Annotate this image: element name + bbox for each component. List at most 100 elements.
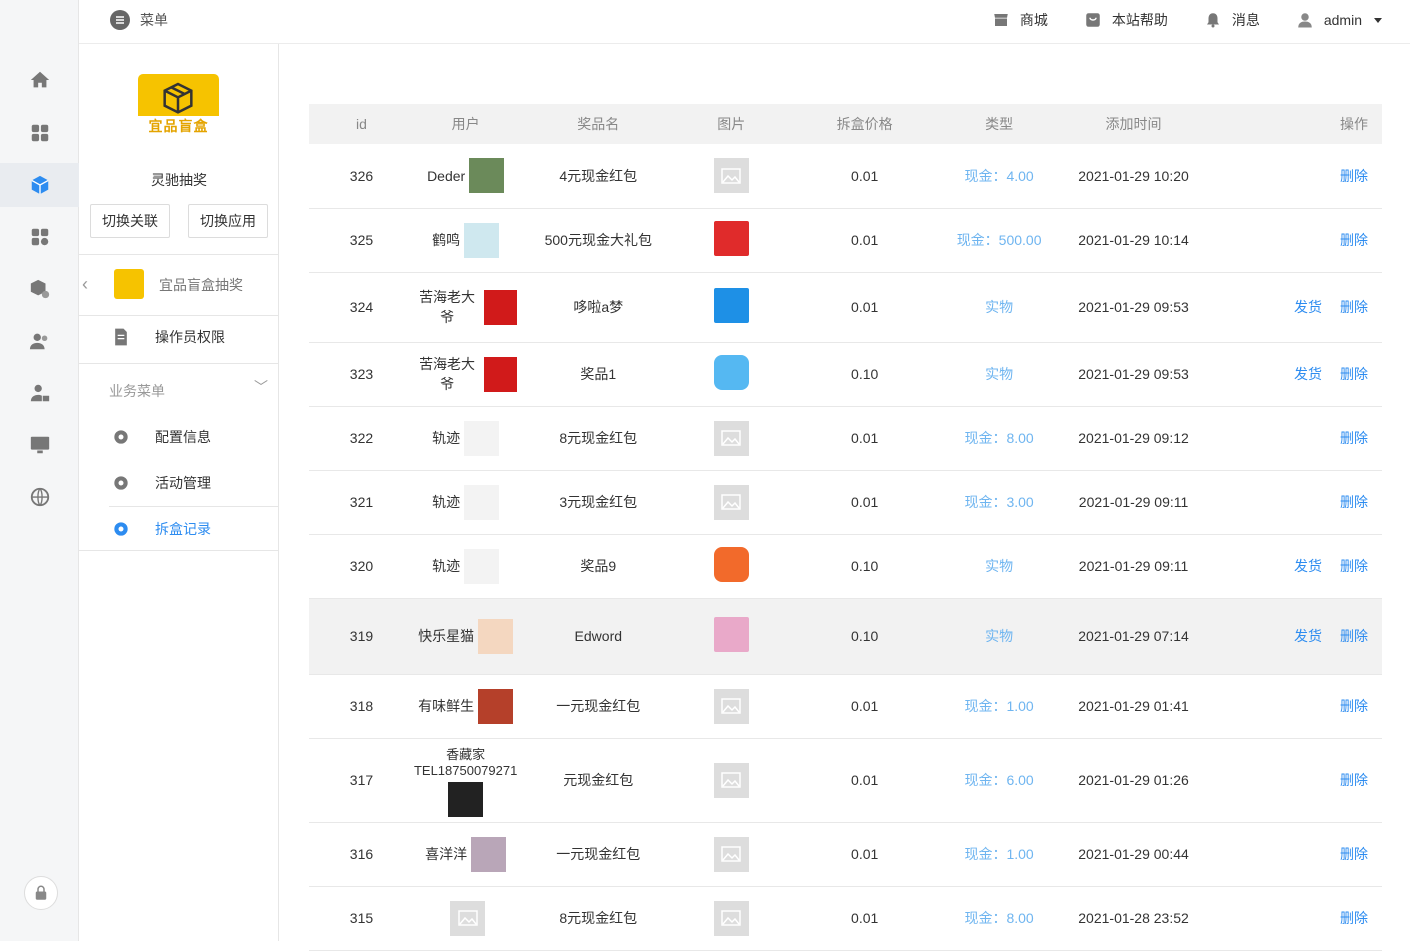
ship-button[interactable]: 发货 bbox=[1294, 299, 1322, 315]
globe-icon bbox=[30, 487, 49, 507]
store-link[interactable]: 商城 bbox=[992, 10, 1048, 30]
header-image: 图片 bbox=[679, 104, 784, 144]
rail-grid[interactable] bbox=[0, 111, 79, 155]
cell-type: 现金：1.00 bbox=[946, 674, 1053, 739]
lock-button[interactable] bbox=[24, 876, 58, 910]
ship-button[interactable]: 发货 bbox=[1294, 628, 1322, 644]
delete-button[interactable]: 删除 bbox=[1340, 430, 1368, 446]
cell-id: 316 bbox=[309, 822, 414, 887]
placeholder-image bbox=[713, 688, 749, 724]
delete-button[interactable]: 删除 bbox=[1340, 628, 1368, 644]
cell-type: 现金：1.00 bbox=[946, 822, 1053, 887]
user-name: 快乐星猫 bbox=[418, 628, 475, 644]
cell-type: 实物 bbox=[946, 272, 1053, 343]
delete-button[interactable]: 删除 bbox=[1340, 299, 1368, 315]
admin-menu[interactable]: admin bbox=[1296, 11, 1382, 29]
help-link[interactable]: 本站帮助 bbox=[1084, 10, 1168, 30]
delete-button[interactable]: 删除 bbox=[1340, 772, 1368, 788]
delete-button[interactable]: 删除 bbox=[1340, 494, 1368, 510]
delete-button[interactable]: 删除 bbox=[1340, 366, 1368, 382]
chevron-down-icon[interactable]: ﹀ bbox=[254, 377, 268, 397]
rail-box-gear[interactable] bbox=[0, 267, 79, 311]
cell-user: 有味鲜生 bbox=[413, 674, 518, 739]
box-gear-icon bbox=[30, 279, 49, 299]
bell-icon bbox=[1206, 13, 1219, 28]
blue-app-image bbox=[713, 355, 749, 390]
ship-button[interactable]: 发货 bbox=[1294, 366, 1322, 382]
photo-avatar bbox=[469, 158, 505, 194]
switch-link-button[interactable]: 切换关联 bbox=[90, 204, 170, 238]
table-row: 322 轨迹 8元现金红包 0.01 现金：8.00 2021-01-29 09:12 删除 bbox=[309, 406, 1382, 471]
cell-type: 实物 bbox=[946, 342, 1053, 407]
cell-price: 0.01 bbox=[783, 272, 947, 343]
rail-monitor[interactable] bbox=[0, 423, 79, 467]
orange-app-image bbox=[713, 547, 749, 582]
divider bbox=[79, 550, 279, 551]
table-row: 319 快乐星猫 Edword 0.10 实物 2021-01-29 07:14 发货 删除 bbox=[309, 598, 1382, 675]
cell-prize: 500元现金大礼包 bbox=[517, 208, 680, 273]
cell-actions: 删除 bbox=[1215, 144, 1382, 209]
nav-unbox-records[interactable]: 拆盒记录 bbox=[79, 506, 279, 552]
help-label: 本站帮助 bbox=[1111, 12, 1168, 28]
cell-prize: 3元现金红包 bbox=[517, 470, 680, 535]
fu-avatar bbox=[484, 289, 518, 325]
nav-operator-permissions[interactable]: 操作员权限 bbox=[79, 314, 279, 360]
cell-type: 现金：6.00 bbox=[946, 738, 1053, 823]
divider bbox=[79, 363, 279, 364]
cell-actions: 删除 bbox=[1215, 822, 1382, 887]
delete-button[interactable]: 删除 bbox=[1340, 232, 1368, 248]
box-logo-icon bbox=[163, 82, 193, 114]
cell-image bbox=[679, 470, 784, 535]
table-row: 317 香藏家TEL18750079271 元现金红包 0.01 现金：6.00 2021… bbox=[309, 738, 1382, 823]
cell-image bbox=[679, 272, 784, 343]
cell-price: 0.10 bbox=[783, 342, 947, 407]
cell-actions: 发货 删除 bbox=[1215, 534, 1382, 599]
users-icon bbox=[29, 333, 47, 350]
cell-actions: 删除 bbox=[1215, 208, 1382, 273]
back-row[interactable]: ‹ 宜品盲盒抽奖 bbox=[79, 266, 279, 316]
header-type: 类型 bbox=[946, 104, 1053, 144]
user-name: 轨迹 bbox=[432, 494, 461, 510]
delete-button[interactable]: 删除 bbox=[1340, 168, 1368, 184]
cell-price: 0.01 bbox=[783, 470, 947, 535]
delete-button[interactable]: 删除 bbox=[1340, 846, 1368, 862]
ship-button[interactable]: 发货 bbox=[1294, 558, 1322, 574]
user-name: 有味鲜生 bbox=[418, 698, 475, 714]
cell-price: 0.10 bbox=[783, 598, 947, 675]
cell-user: 轨迹 bbox=[413, 470, 518, 535]
placeholder-image bbox=[713, 836, 749, 872]
mini-logo bbox=[114, 269, 144, 299]
cell-actions: 删除 bbox=[1215, 406, 1382, 471]
table-row: 318 有味鲜生 一元现金红包 0.01 现金：1.00 2021-01-29 01:41… bbox=[309, 674, 1382, 739]
rail-box[interactable] bbox=[0, 163, 79, 207]
cell-actions: 发货 删除 bbox=[1215, 598, 1382, 675]
cell-image bbox=[679, 886, 784, 951]
cell-prize: 奖品1 bbox=[517, 342, 680, 407]
rail-user-lock[interactable] bbox=[0, 371, 79, 415]
store-icon bbox=[994, 14, 1008, 26]
user-name: 香藏家TEL18750079271 bbox=[413, 746, 518, 778]
nav-activity-management[interactable]: 活动管理 bbox=[79, 460, 279, 506]
nav-config-info[interactable]: 配置信息 bbox=[79, 414, 279, 460]
switch-app-button[interactable]: 切换应用 bbox=[188, 204, 268, 238]
rail-globe[interactable] bbox=[0, 475, 79, 519]
delete-button[interactable]: 删除 bbox=[1340, 910, 1368, 926]
chevron-left-icon: ‹ bbox=[82, 274, 88, 294]
cell-actions: 删除 bbox=[1215, 738, 1382, 823]
cell-image bbox=[679, 598, 784, 675]
user-name: Deder bbox=[427, 167, 466, 184]
rail-apps[interactable] bbox=[0, 215, 79, 259]
cell-id: 315 bbox=[309, 886, 414, 951]
back-title: 宜品盲盒抽奖 bbox=[159, 277, 243, 293]
cell-image bbox=[679, 738, 784, 823]
cell-price: 0.01 bbox=[783, 144, 947, 209]
messages-link[interactable]: 消息 bbox=[1204, 10, 1260, 30]
food-avatar bbox=[478, 688, 514, 724]
delete-button[interactable]: 删除 bbox=[1340, 558, 1368, 574]
rail-users[interactable] bbox=[0, 319, 79, 363]
cell-image bbox=[679, 822, 784, 887]
rail-home[interactable] bbox=[0, 58, 79, 102]
delete-button[interactable]: 删除 bbox=[1340, 698, 1368, 714]
menu-toggle[interactable]: 菜单 bbox=[110, 10, 168, 30]
table-row: 315 8元现金红包 0.01 现金：8.00 2021-01-28 23:52 删除 bbox=[309, 886, 1382, 951]
